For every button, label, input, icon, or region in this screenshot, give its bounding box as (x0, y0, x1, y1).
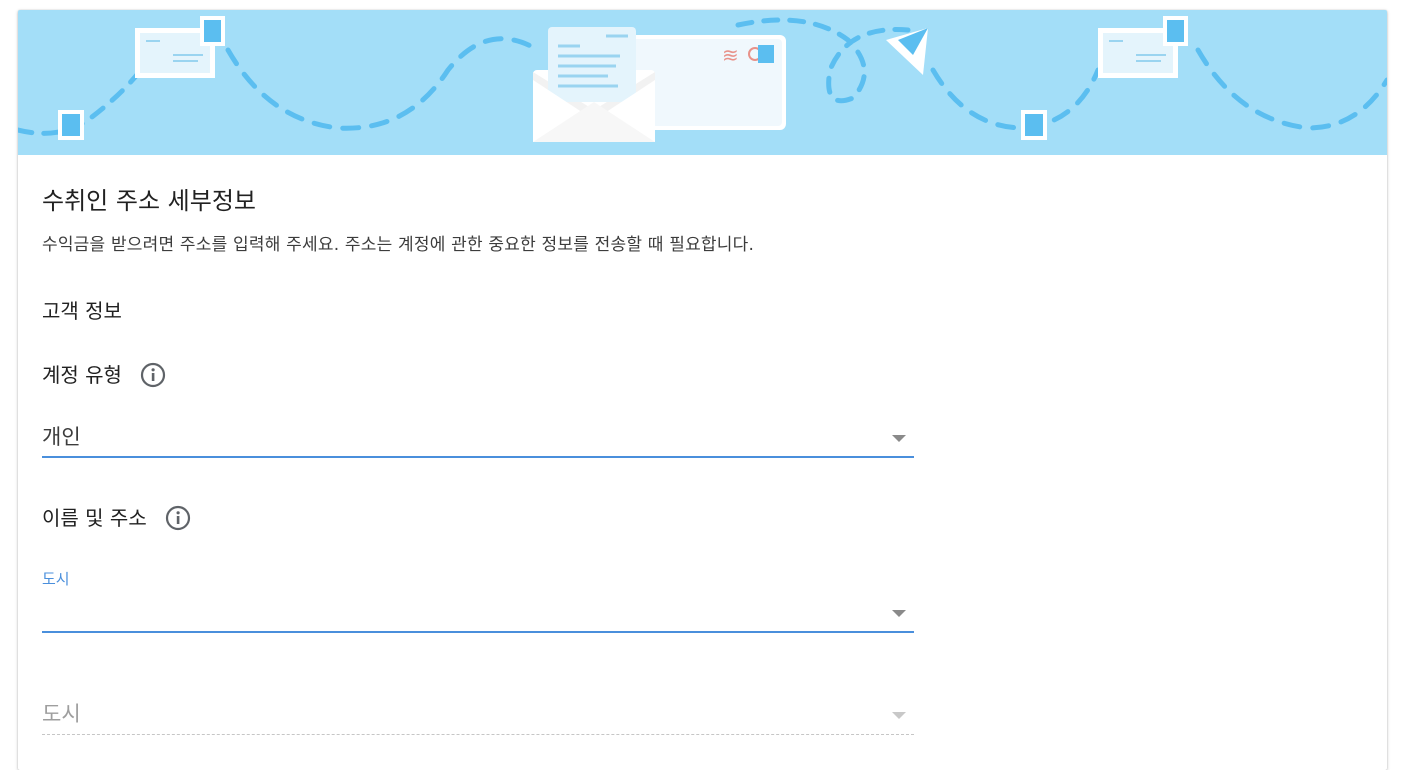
chevron-down-icon (892, 712, 906, 719)
info-icon[interactable] (140, 362, 166, 388)
city-floating-label: 도시 (42, 570, 70, 588)
chevron-down-icon (892, 435, 906, 442)
info-icon[interactable] (165, 505, 191, 531)
select-underline (42, 631, 914, 633)
mail-banner-illustration: ≋ (18, 10, 1387, 155)
select-underline (42, 456, 914, 458)
page-title: 수취인 주소 세부정보 (42, 187, 256, 215)
name-address-label: 이름 및 주소 (42, 504, 191, 532)
city-placeholder: 도시 (42, 702, 81, 726)
city-select-disabled[interactable]: 도시 (42, 695, 914, 735)
name-address-label-text: 이름 및 주소 (42, 506, 147, 530)
page-description: 수익금을 받으려면 주소를 입력해 주세요. 주소는 계정에 관한 중요한 정보… (42, 235, 755, 255)
city-select[interactable] (42, 593, 914, 633)
svg-text:≋: ≋ (722, 43, 739, 67)
account-type-label-text: 계정 유형 (42, 363, 122, 387)
select-underline (42, 734, 914, 735)
section-customer-info: 고객 정보 (42, 299, 122, 323)
account-type-value: 개인 (42, 425, 81, 449)
account-type-label: 계정 유형 (42, 361, 166, 389)
account-type-select[interactable]: 개인 (42, 418, 914, 458)
address-details-card: ≋ 수취인 주소 세부정보 수익금을 받으려면 주소를 입력해 주세요. 주소는… (18, 10, 1387, 770)
chevron-down-icon (892, 610, 906, 617)
